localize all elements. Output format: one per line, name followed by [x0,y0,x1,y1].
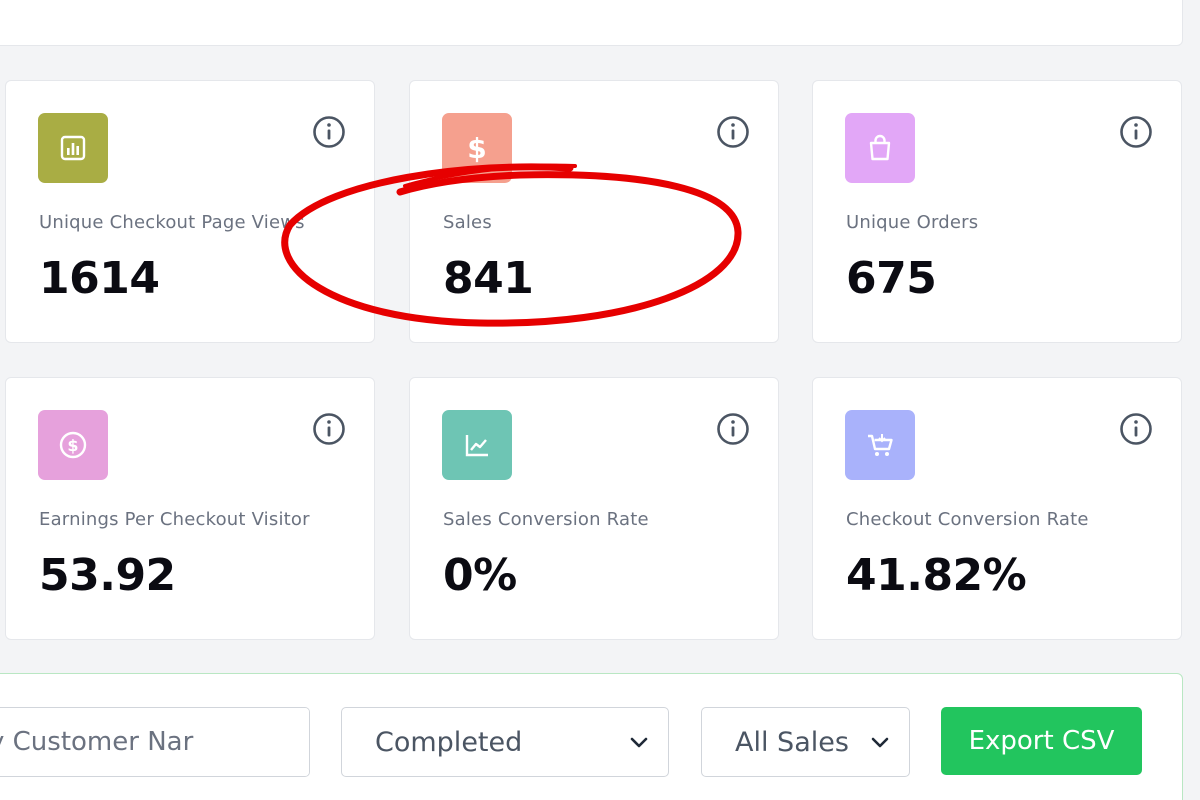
info-icon[interactable] [1119,115,1153,149]
card-earnings-per-checkout-visitor: $ Earnings Per Checkout Visitor 53.92 [5,377,375,640]
search-input[interactable] [0,708,309,776]
coin-icon: $ [38,410,108,480]
card-value: 675 [846,253,937,304]
info-icon[interactable] [312,115,346,149]
card-value: 41.82% [846,550,1027,601]
info-icon[interactable] [312,412,346,446]
card-sales-conversion-rate: Sales Conversion Rate 0% [409,377,779,640]
card-value: 1614 [39,253,160,304]
customer-search [0,707,310,777]
shopping-bag-icon [845,113,915,183]
chevron-down-icon [871,737,889,748]
cart-icon [845,410,915,480]
sales-type-select-value: All Sales [735,726,849,758]
svg-text:$: $ [467,132,486,164]
card-value: 0% [443,550,517,601]
card-label: Sales [443,212,492,233]
bar-chart-icon [38,113,108,183]
line-chart-icon [442,410,512,480]
dollar-icon: $ [442,113,512,183]
card-unique-checkout-page-views: Unique Checkout Page Views 1614 [5,80,375,343]
info-icon[interactable] [1119,412,1153,446]
card-label: Sales Conversion Rate [443,509,649,530]
card-label: Unique Orders [846,212,979,233]
export-csv-button[interactable]: Export CSV [941,707,1142,775]
status-select-value: Completed [375,726,523,758]
sales-type-select[interactable]: All Sales [701,707,910,777]
top-panel [0,0,1183,46]
info-icon[interactable] [716,115,750,149]
card-unique-orders: Unique Orders 675 [812,80,1182,343]
card-value: 841 [443,253,534,304]
card-value: 53.92 [39,550,176,601]
status-select[interactable]: Completed [341,707,669,777]
card-label: Checkout Conversion Rate [846,509,1089,530]
info-icon[interactable] [716,412,750,446]
svg-text:$: $ [67,436,78,455]
card-label: Unique Checkout Page Views [39,212,305,233]
chevron-down-icon [630,737,648,748]
card-sales: $ Sales 841 [409,80,779,343]
card-label: Earnings Per Checkout Visitor [39,509,310,530]
card-checkout-conversion-rate: Checkout Conversion Rate 41.82% [812,377,1182,640]
